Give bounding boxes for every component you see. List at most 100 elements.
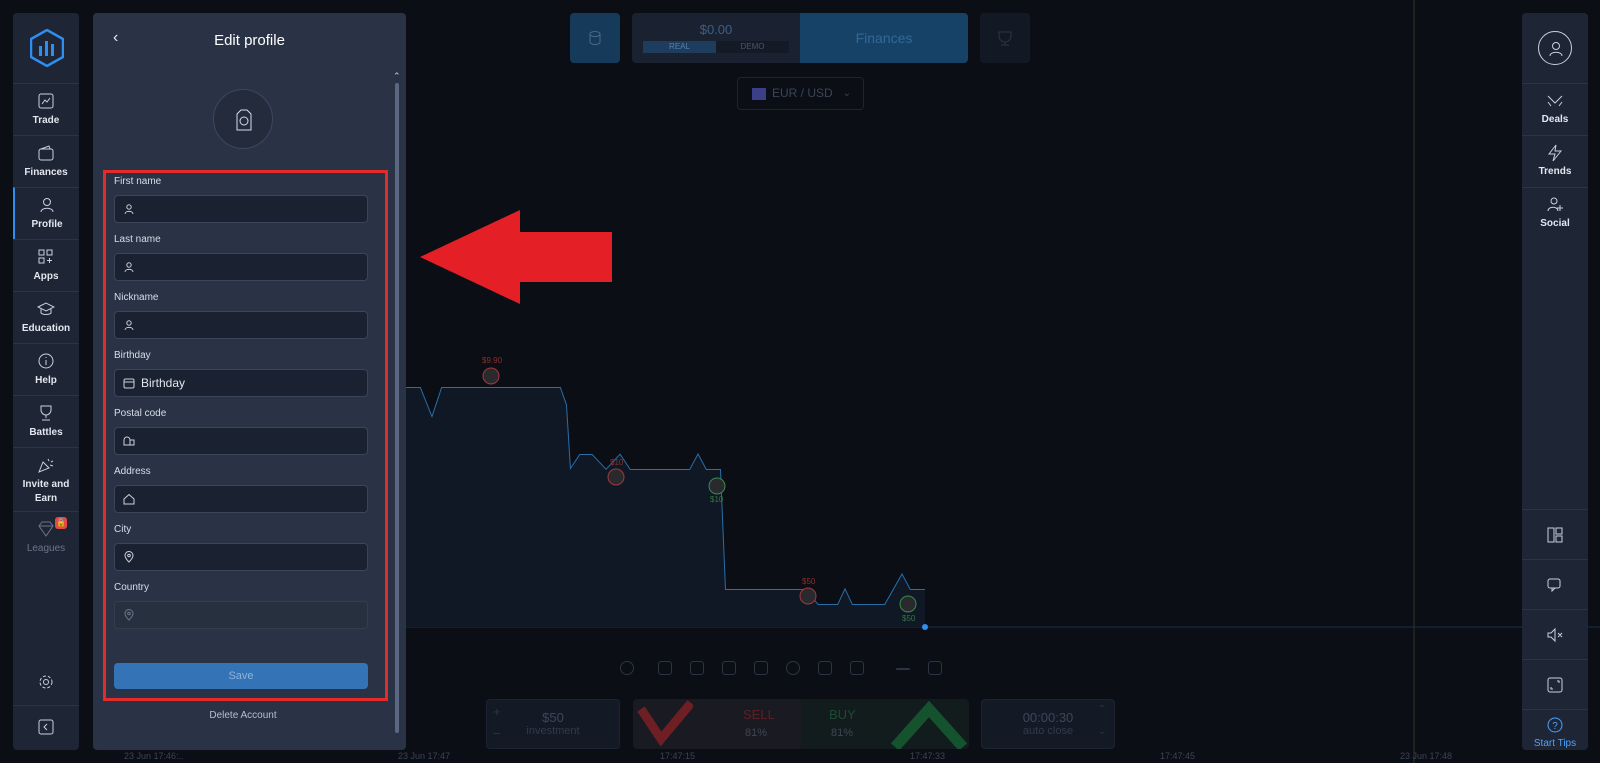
address-field[interactable] [114, 485, 368, 513]
balance-box[interactable]: $0.00 REAL DEMO [632, 13, 800, 63]
circle-tool-icon[interactable] [786, 661, 800, 675]
avatar[interactable] [213, 89, 273, 149]
sidebar-item-invite-and-earn[interactable]: Invite and Earn [13, 447, 79, 511]
time-label: 23 Jun 17:48 [1400, 751, 1453, 761]
sidebar-item-battles[interactable]: Battles [13, 395, 79, 447]
chat-button[interactable] [1522, 559, 1588, 609]
trophy-button[interactable] [980, 13, 1030, 63]
user-icon [124, 204, 134, 215]
trade-mark-label: $10 [710, 495, 724, 504]
settings-tool-icon[interactable] [850, 661, 864, 675]
country-input[interactable] [141, 602, 363, 628]
sidebar-item-label: Profile [31, 219, 63, 230]
city-field[interactable] [114, 543, 368, 571]
right-item-social[interactable]: Social [1522, 187, 1588, 239]
nickname-field[interactable] [114, 311, 368, 339]
last-name-input[interactable] [141, 254, 363, 280]
sidebar-item-profile[interactable]: Profile [13, 187, 79, 239]
sell-percent: 81% [745, 727, 768, 739]
sidebar-item-education[interactable]: Education [13, 291, 79, 343]
time-label: 17:47:33 [910, 751, 946, 761]
city-input[interactable] [141, 544, 363, 570]
field-label: Nickname [114, 292, 159, 303]
user-icon [1549, 42, 1563, 57]
sidebar-item-finances[interactable]: Finances [13, 135, 79, 187]
settings-button[interactable] [13, 665, 79, 705]
chevron-up-icon[interactable]: ⌃ [1098, 704, 1106, 715]
account-demo-tab[interactable]: DEMO [716, 41, 789, 53]
first-name-input[interactable] [141, 196, 363, 222]
right-item-label: Deals [1541, 114, 1569, 125]
delete-account-link[interactable]: Delete Account [93, 710, 393, 721]
layout-button[interactable] [1522, 509, 1588, 559]
sidebar-item-label: Apps [33, 271, 59, 282]
indicator-icon[interactable] [690, 661, 704, 675]
birthday-input[interactable] [141, 370, 363, 396]
currency-pair-label: EUR / USD [772, 86, 833, 100]
save-button[interactable]: Save [114, 663, 368, 689]
right-item-trends[interactable]: Trends [1522, 135, 1588, 187]
country-field[interactable] [114, 601, 368, 629]
annotation-arrow-icon [420, 210, 612, 304]
account-toggle[interactable]: REAL DEMO [643, 41, 789, 53]
drawing-toolbar [620, 653, 980, 685]
sidebar-item-label: Battles [29, 427, 63, 438]
nickname-input[interactable] [141, 312, 363, 338]
buy-button[interactable]: BUY 81% [801, 699, 969, 749]
coins-button[interactable] [570, 13, 620, 63]
account-real-tab[interactable]: REAL [643, 41, 716, 53]
crosshair-icon[interactable] [620, 661, 634, 675]
field-label: Country [114, 582, 150, 593]
zoom-out-icon[interactable] [896, 668, 910, 670]
sidebar-item-help[interactable]: Help [13, 343, 79, 395]
trade-mark-label: $50 [902, 614, 916, 623]
timer-box[interactable]: 00:00:30 auto close ⌃ ⌄ [981, 699, 1115, 749]
zoom-in-icon[interactable] [928, 661, 942, 675]
address-input[interactable] [141, 486, 363, 512]
first-name-field[interactable] [114, 195, 368, 223]
investment-box[interactable]: + − $50 investment [486, 699, 620, 749]
chevron-down-icon[interactable]: ⌄ [1098, 726, 1106, 737]
flag-icon [752, 88, 766, 100]
currency-pair-select[interactable]: EUR / USD ⌄ [737, 77, 864, 110]
sidebar-item-trade[interactable]: Trade [13, 83, 79, 135]
user-avatar-button[interactable] [1538, 31, 1572, 65]
user-plus-icon [1547, 197, 1563, 212]
collapse-sidebar-button[interactable] [13, 705, 79, 749]
gear-icon [39, 675, 53, 689]
decrease-icon[interactable]: − [493, 726, 501, 741]
scroll-thumb[interactable] [395, 83, 399, 733]
time-label: 23 Jun 17:47 [398, 751, 451, 761]
line-tool-icon[interactable] [754, 661, 768, 675]
grid-plus-icon [38, 249, 53, 264]
postal-code-field[interactable] [114, 427, 368, 455]
trophy-icon [40, 405, 52, 421]
postal-code-input[interactable] [141, 428, 363, 454]
start-tips-button[interactable]: ? Start Tips [1522, 709, 1588, 750]
chat-icon [1547, 578, 1561, 593]
increase-icon[interactable]: + [493, 704, 501, 719]
current-price-dot [922, 624, 928, 630]
finances-button[interactable]: Finances [800, 13, 968, 63]
right-item-label: Social [1540, 218, 1570, 229]
right-item-deals[interactable]: Deals [1522, 83, 1588, 135]
scrollbar[interactable]: ⌃ [393, 71, 401, 747]
speaker-mute-icon [1547, 627, 1563, 643]
panel-header: ‹ Edit profile [93, 13, 406, 68]
chart-logo-icon[interactable] [30, 29, 64, 67]
pencil-icon[interactable] [722, 661, 736, 675]
timer-label: auto close [1022, 725, 1074, 737]
last-name-field[interactable] [114, 253, 368, 281]
scroll-up-icon[interactable]: ⌃ [393, 71, 401, 82]
sell-button[interactable]: SELL 81% [633, 699, 801, 749]
mute-button[interactable] [1522, 609, 1588, 659]
birthday-field[interactable] [114, 369, 368, 397]
sidebar-item-label: Help [35, 375, 57, 386]
fullscreen-button[interactable] [1522, 659, 1588, 709]
sidebar-item-apps[interactable]: Apps [13, 239, 79, 291]
user-tool-icon[interactable] [818, 661, 832, 675]
chart-type-icon[interactable] [658, 661, 672, 675]
left-sidebar: Trade Finances Profile Apps Education He… [13, 13, 79, 750]
sidebar-item-leagues[interactable]: 🔒 Leagues [13, 511, 79, 563]
fullscreen-icon [1547, 677, 1563, 693]
